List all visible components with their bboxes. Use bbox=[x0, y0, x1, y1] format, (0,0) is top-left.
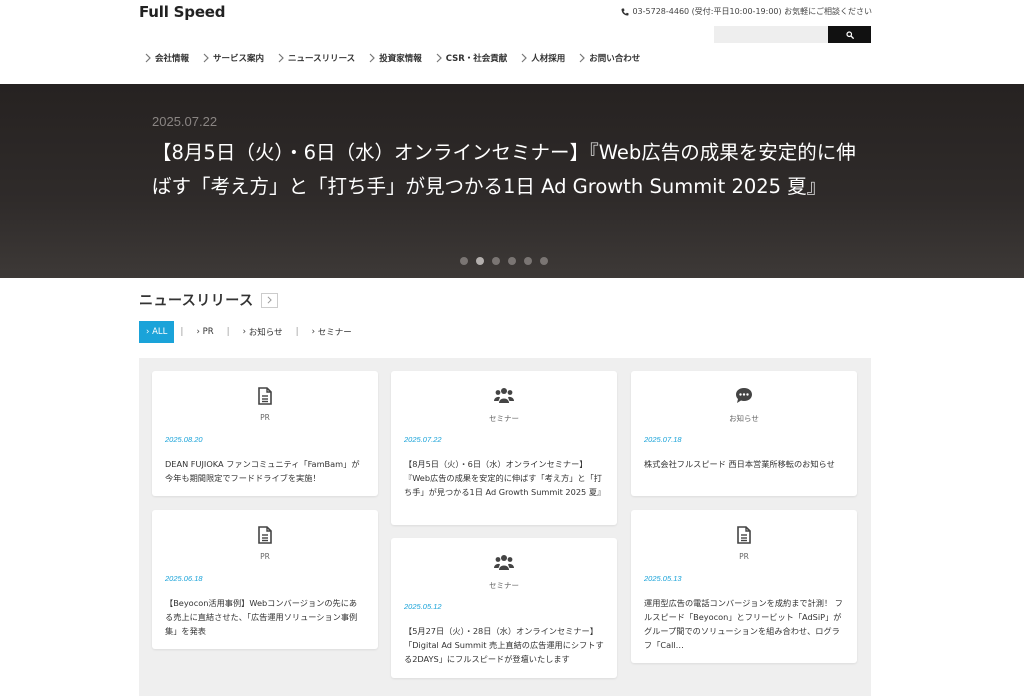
filter-separator: | bbox=[295, 327, 299, 337]
card-title[interactable]: 株式会社フルスピード 西日本営業所移転のお知らせ bbox=[644, 457, 844, 471]
nav-item-csr[interactable]: CSR・社会貢献 bbox=[436, 52, 508, 64]
slider-dot[interactable] bbox=[476, 257, 484, 265]
card-date: 2025.08.20 bbox=[165, 435, 203, 444]
nav-item-contact[interactable]: お問い合わせ bbox=[579, 52, 640, 64]
nav-item-news[interactable]: ニュースリリース bbox=[278, 52, 355, 64]
slider-dot[interactable] bbox=[492, 257, 500, 265]
card-category: お知らせ bbox=[729, 414, 759, 423]
hero-title[interactable]: 【8月5日（火）・6日（水）オンラインセミナー】『Web広告の成果を安定的に伸ば… bbox=[152, 136, 862, 204]
card-title[interactable]: 【8月5日（火）・6日（水）オンラインセミナー】『Web広告の成果を安定的に伸ば… bbox=[404, 457, 605, 499]
chevron-right-icon bbox=[267, 296, 272, 304]
category-filters: › ALL | › PR | › お知らせ | › セミナー bbox=[139, 321, 359, 343]
news-card[interactable]: PR 2025.08.20 DEAN FUJIOKA ファンコミュニティ「Fam… bbox=[152, 371, 378, 496]
section-title: ニュースリリース bbox=[139, 293, 254, 309]
slider-dot[interactable] bbox=[540, 257, 548, 265]
slider-dots bbox=[460, 257, 548, 265]
card-title[interactable]: 【Beyocon活用事例】Webコンバージョンの先にある売上に直結させた、「広告… bbox=[165, 596, 365, 638]
nav-item-label: 人材採用 bbox=[531, 54, 566, 64]
chevron-right-icon bbox=[278, 53, 284, 63]
nav-item-label: CSR・社会貢献 bbox=[445, 54, 508, 64]
filter-separator: | bbox=[226, 327, 230, 337]
news-card[interactable]: セミナー 2025.07.22 【8月5日（火）・6日（水）オンラインセミナー】… bbox=[391, 371, 617, 525]
news-card[interactable]: セミナー 2025.05.12 【5月27日（火）・28日（水）オンラインセミナ… bbox=[391, 538, 617, 678]
chevron-right-icon bbox=[203, 53, 209, 63]
nav-item-label: サービス案内 bbox=[213, 54, 265, 64]
news-header: ニュースリリース bbox=[139, 290, 278, 310]
nav-item-label: お問い合わせ bbox=[589, 54, 641, 64]
card-title[interactable]: 運用型広告の電話コンバージョンを成約まで計測！ フルスピード「Beyocon」と… bbox=[644, 596, 844, 652]
news-card[interactable]: お知らせ 2025.07.18 株式会社フルスピード 西日本営業所移転のお知らせ bbox=[631, 371, 857, 496]
site-header: Full Speed 03-5728-4460 (受付:平日10:00-19:0… bbox=[0, 0, 1024, 84]
filter-all[interactable]: › ALL bbox=[139, 321, 175, 343]
document-icon bbox=[258, 526, 272, 544]
card-date: 2025.06.18 bbox=[165, 574, 203, 583]
chevron-right-icon bbox=[145, 53, 151, 63]
card-category: PR bbox=[739, 552, 749, 561]
nav-item-recruit[interactable]: 人材採用 bbox=[521, 52, 565, 64]
hero-date: 2025.07.22 bbox=[152, 114, 218, 129]
nav-item-label: 会社情報 bbox=[155, 54, 190, 64]
search-icon bbox=[845, 30, 854, 39]
card-category: セミナー bbox=[489, 581, 519, 590]
document-icon bbox=[258, 387, 272, 405]
card-date: 2025.05.13 bbox=[644, 574, 682, 583]
nav-item-label: 投資家情報 bbox=[379, 54, 422, 64]
group-icon bbox=[494, 388, 514, 403]
filter-label: PR bbox=[202, 327, 214, 337]
chevron-right-icon bbox=[579, 53, 586, 63]
phone-icon bbox=[621, 8, 629, 15]
card-date: 2025.07.22 bbox=[404, 435, 442, 444]
news-card[interactable]: PR 2025.06.18 【Beyocon活用事例】Webコンバージョンの先に… bbox=[152, 510, 378, 649]
chat-icon bbox=[736, 388, 752, 403]
card-date: 2025.07.18 bbox=[644, 435, 682, 444]
hero-slider[interactable]: 2025.07.22 【8月5日（火）・6日（水）オンラインセミナー】『Web広… bbox=[0, 84, 1024, 278]
chevron-right-icon bbox=[521, 53, 528, 63]
filter-notice[interactable]: › お知らせ bbox=[236, 321, 290, 343]
filter-label: お知らせ bbox=[248, 328, 283, 338]
group-icon bbox=[494, 555, 514, 570]
nav-item-services[interactable]: サービス案内 bbox=[203, 52, 264, 64]
document-icon bbox=[737, 526, 751, 544]
contact-info: 03-5728-4460 (受付:平日10:00-19:00) お気軽にご相談く… bbox=[621, 6, 872, 17]
card-category: セミナー bbox=[489, 414, 519, 423]
nav-item-ir[interactable]: 投資家情報 bbox=[369, 52, 422, 64]
chevron-right-icon bbox=[436, 53, 442, 63]
chevron-right-icon bbox=[369, 53, 376, 63]
nav-item-company[interactable]: 会社情報 bbox=[145, 52, 189, 64]
filter-separator: | bbox=[180, 327, 184, 337]
filter-label: セミナー bbox=[317, 328, 352, 338]
slider-dot[interactable] bbox=[524, 257, 532, 265]
filter-label: ALL bbox=[152, 327, 168, 337]
card-category: PR bbox=[260, 413, 270, 422]
filter-seminar[interactable]: › セミナー bbox=[305, 321, 359, 343]
news-card[interactable]: PR 2025.05.13 運用型広告の電話コンバージョンを成約まで計測！ フル… bbox=[631, 510, 857, 663]
card-title[interactable]: 【5月27日（火）・28日（水）オンラインセミナー】「Digital Ad Su… bbox=[404, 624, 604, 666]
site-logo[interactable]: Full Speed bbox=[139, 3, 226, 21]
contact-text: 03-5728-4460 (受付:平日10:00-19:00) お気軽にご相談く… bbox=[632, 7, 872, 16]
slider-dot[interactable] bbox=[460, 257, 468, 265]
main-nav: 会社情報 サービス案内 ニュースリリース 投資家情報 CSR・社会貢献 人材採用… bbox=[145, 52, 654, 64]
search-button[interactable] bbox=[828, 26, 871, 43]
filter-pr[interactable]: › PR bbox=[189, 321, 220, 343]
card-date: 2025.05.12 bbox=[404, 602, 442, 611]
slider-dot[interactable] bbox=[508, 257, 516, 265]
nav-item-label: ニュースリリース bbox=[288, 54, 356, 64]
more-button[interactable] bbox=[260, 292, 278, 308]
search-form bbox=[714, 26, 871, 43]
card-title[interactable]: DEAN FUJIOKA ファンコミュニティ「FamBam」が今年も期間限定でフ… bbox=[165, 457, 365, 485]
search-input[interactable] bbox=[714, 26, 828, 43]
card-category: PR bbox=[260, 552, 270, 561]
